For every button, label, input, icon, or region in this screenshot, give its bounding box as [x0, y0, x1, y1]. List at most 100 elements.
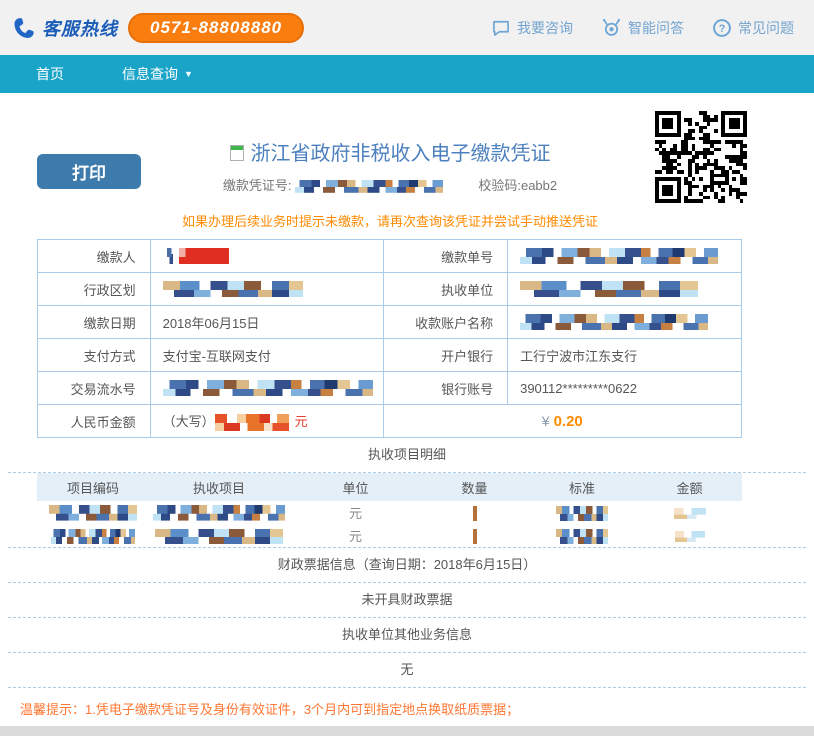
- faq-label: 常见问题: [738, 18, 794, 38]
- bill-status: 未开具财政票据: [0, 583, 814, 617]
- account-name-value: [508, 306, 742, 339]
- table-row: 缴款人 缴款单号: [38, 240, 742, 273]
- hotline-label: 客服热线: [42, 15, 118, 41]
- table-row: 交易流水号 银行账号 390112*********0622: [38, 372, 742, 405]
- bank-label: 开户银行: [383, 339, 508, 372]
- table-row: 行政区划 执收单位: [38, 273, 742, 306]
- item-row: 元: [37, 524, 742, 547]
- table-row: 支付方式 支付宝-互联网支付 开户银行 工行宁波市江东支行: [38, 339, 742, 372]
- item-qty-redacted: [473, 529, 477, 544]
- col-quantity: 数量: [422, 473, 527, 501]
- table-row: 人民币金额 （大写）元 ¥0.20: [38, 405, 742, 438]
- order-no-label: 缴款单号: [383, 240, 508, 273]
- order-no-value: [508, 240, 742, 273]
- nav-info-query-label: 信息查询: [122, 64, 178, 84]
- amount-figure-cell: ¥0.20: [383, 405, 741, 438]
- item-amt-redacted: [674, 508, 706, 520]
- pay-date-label: 缴款日期: [38, 306, 151, 339]
- bank-account-label: 银行账号: [383, 372, 508, 405]
- dashed-divider: [8, 687, 806, 688]
- region-redacted: [163, 281, 303, 298]
- consult-link[interactable]: 我要咨询: [491, 18, 573, 38]
- region-label: 行政区划: [38, 273, 151, 306]
- payer-value: [150, 240, 383, 273]
- col-unit: 单位: [289, 473, 422, 501]
- head-area: 打印 浙江省政府非税收入电子缴款凭证 缴款凭证号: 校验码:eabb2: [0, 93, 814, 205]
- payment-warning: 如果办理后续业务时提示未缴款，请再次查询该凭证并尝试手动推送凭证: [0, 205, 780, 235]
- agency-label: 执收单位: [383, 273, 508, 306]
- currency-symbol: ¥: [542, 413, 550, 429]
- phone-icon: [7, 14, 38, 42]
- consult-label: 我要咨询: [517, 18, 573, 38]
- faq-link[interactable]: ? 常见问题: [712, 18, 794, 38]
- item-name-redacted: [153, 505, 285, 521]
- col-amount: 金额: [637, 473, 742, 501]
- item-amt-cell: [637, 524, 742, 547]
- pay-date-value: 2018年06月15日: [150, 306, 383, 339]
- item-unit-cell: 元: [289, 501, 422, 524]
- col-item-name: 执收项目: [149, 473, 289, 501]
- voucher-no-redacted: [295, 180, 443, 193]
- footer-bar: [0, 726, 814, 736]
- amount-words-cell: （大写）元: [150, 405, 383, 438]
- robot-icon: [601, 17, 622, 38]
- item-std-redacted: [556, 529, 608, 544]
- hotline-logo: 客服热线 0571-88808880: [8, 13, 304, 43]
- nav-item-home[interactable]: 首页: [36, 64, 64, 84]
- col-standard: 标准: [527, 473, 637, 501]
- smart-qa-label: 智能问答: [628, 18, 684, 38]
- item-amt-redacted: [675, 531, 705, 543]
- item-code-redacted: [51, 529, 135, 544]
- serial-label: 交易流水号: [38, 372, 151, 405]
- bill-info-title: 财政票据信息（查询日期：2018年6月15日）: [0, 548, 814, 582]
- items-table: 项目编码 执收项目 单位 数量 标准 金额 元 元: [37, 473, 742, 547]
- nav-item-info-query[interactable]: 信息查询 ▼: [122, 64, 193, 84]
- item-std-redacted: [556, 506, 608, 521]
- topbar: 客服热线 0571-88808880 我要咨询 智能问答 ? 常见问: [0, 0, 814, 55]
- question-circle-icon: ?: [712, 18, 732, 38]
- amount-words-redacted: [215, 414, 289, 431]
- order-no-redacted: [520, 248, 718, 265]
- payment-info-table: 缴款人 缴款单号 行政区划 执收单位 缴款日期 2018年06月15日 收款账户…: [37, 239, 742, 438]
- voucher-no-label: 缴款凭证号:: [223, 178, 292, 193]
- account-name-label: 收款账户名称: [383, 306, 508, 339]
- col-item-code: 项目编码: [37, 473, 149, 501]
- other-info-title: 执收单位其他业务信息: [0, 618, 814, 652]
- voucher-line: 缴款凭证号: 校验码:eabb2: [0, 175, 780, 194]
- item-code-cell: [37, 524, 149, 547]
- chevron-down-icon: ▼: [184, 69, 193, 79]
- pay-method-label: 支付方式: [38, 339, 151, 372]
- nav-home-label: 首页: [36, 64, 64, 84]
- table-row: 缴款日期 2018年06月15日 收款账户名称: [38, 306, 742, 339]
- item-qty-cell: [422, 524, 527, 547]
- main-nav: 首页 信息查询 ▼: [0, 55, 814, 93]
- item-std-cell: [527, 524, 637, 547]
- check-code: 校验码:eabb2: [478, 178, 557, 193]
- item-code-cell: [37, 501, 149, 524]
- item-qty-cell: [422, 501, 527, 524]
- bank-value: 工行宁波市江东支行: [508, 339, 742, 372]
- item-qty-redacted: [473, 506, 477, 521]
- payer-label: 缴款人: [38, 240, 151, 273]
- item-unit-cell: 元: [289, 524, 422, 547]
- amount-label: 人民币金额: [38, 405, 151, 438]
- item-amt-cell: [637, 501, 742, 524]
- serial-value: [150, 372, 383, 405]
- chat-bubble-icon: [491, 18, 511, 38]
- region-value: [150, 273, 383, 306]
- amount-value: 0.20: [554, 413, 583, 430]
- smart-qa-link[interactable]: 智能问答: [601, 17, 684, 38]
- page-title: 浙江省政府非税收入电子缴款凭证: [0, 137, 780, 166]
- certificate-icon: [230, 145, 244, 161]
- amount-prefix: （大写）: [163, 414, 215, 429]
- items-header-row: 项目编码 执收项目 单位 数量 标准 金额: [37, 473, 742, 501]
- bottom-notice: 温馨提示：1.凭电子缴款凭证号及身份有效证件，3个月内可到指定地点换取纸质票据；: [20, 699, 794, 718]
- item-row: 元: [37, 501, 742, 524]
- item-name-cell: [149, 501, 289, 524]
- bank-account-value: 390112*********0622: [508, 372, 742, 405]
- svg-text:?: ?: [719, 22, 726, 34]
- item-std-cell: [527, 501, 637, 524]
- title-wrap: 浙江省政府非税收入电子缴款凭证 缴款凭证号: 校验码:eabb2: [0, 137, 780, 194]
- agency-redacted: [520, 281, 698, 298]
- serial-redacted: [163, 380, 373, 397]
